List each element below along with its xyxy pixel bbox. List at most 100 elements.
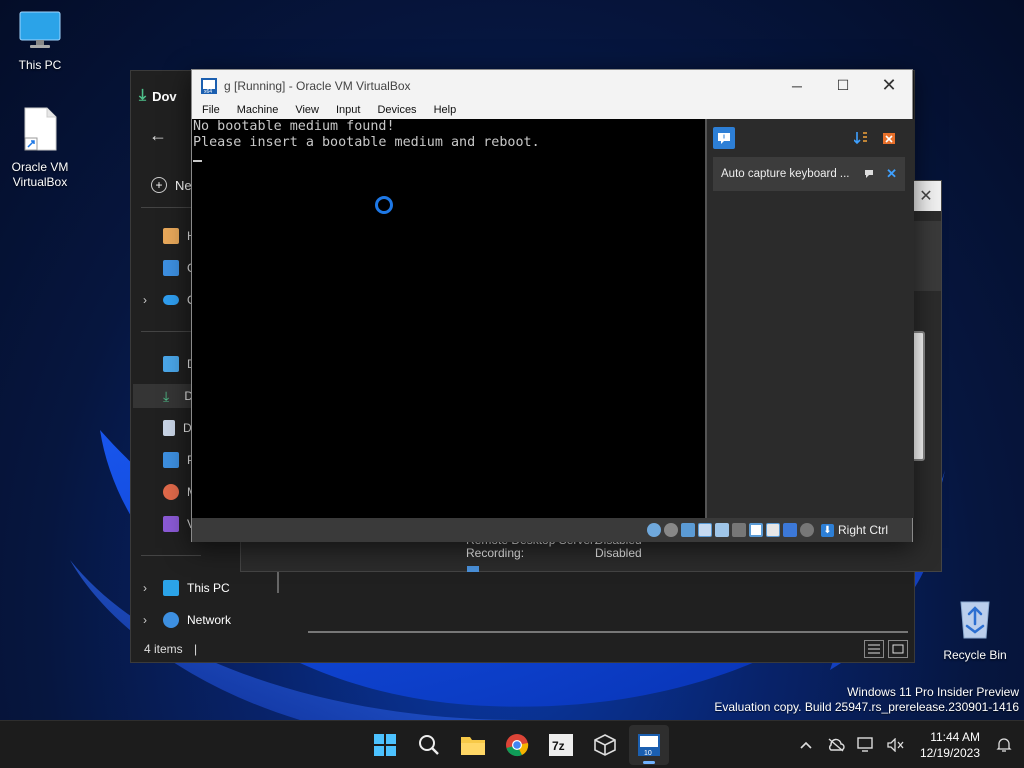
status-bar: 4 items |: [144, 642, 197, 656]
chrome-taskbar-button[interactable]: [497, 725, 537, 765]
nav-item-downloads[interactable]: ⤓ D: [133, 384, 193, 408]
explorer-tab[interactable]: ⤓ Dov: [139, 81, 199, 111]
tiles-view-icon[interactable]: [888, 640, 908, 658]
nav-divider: [141, 555, 201, 556]
vm-display[interactable]: No bootable medium found! Please insert …: [192, 119, 705, 518]
virtualbox-cube-icon: [594, 734, 616, 756]
folder-icon: [461, 737, 485, 755]
chevron-right-icon[interactable]: ›: [143, 613, 147, 627]
text-cursor: [193, 160, 202, 162]
menu-devices[interactable]: Devices: [367, 101, 423, 119]
notification-center: Auto capture keyboard ... ✕: [705, 119, 914, 518]
close-button[interactable]: ✕: [866, 70, 912, 101]
notification-item[interactable]: Auto capture keyboard ... ✕: [713, 157, 905, 191]
minimize-button[interactable]: ─: [774, 70, 820, 101]
mouse-integration-icon[interactable]: [799, 523, 814, 537]
desktop-icon-label: Recycle Bin: [943, 648, 1007, 662]
nav-item-network[interactable]: Network: [163, 608, 231, 632]
nav-item-label: Network: [187, 613, 232, 627]
host-key-indicator[interactable]: ⬇ Right Ctrl: [820, 523, 888, 537]
chevron-up-icon[interactable]: [796, 735, 816, 755]
details-view-icon[interactable]: [864, 640, 884, 658]
search-icon: [419, 735, 439, 755]
console-line: Please insert a bootable medium and rebo…: [193, 135, 540, 150]
cpu-icon[interactable]: [782, 523, 797, 537]
chevron-right-icon[interactable]: ›: [143, 293, 147, 307]
menu-view[interactable]: View: [285, 101, 326, 119]
display-icon: [467, 566, 479, 572]
volume-muted-icon[interactable]: [886, 735, 906, 755]
network-status-icon[interactable]: [856, 735, 876, 755]
music-icon: [163, 484, 179, 500]
scrollbar[interactable]: [277, 571, 279, 593]
maximize-button[interactable]: ☐: [820, 70, 866, 101]
menu-machine[interactable]: Machine: [227, 101, 286, 119]
svg-text:7z: 7z: [552, 739, 565, 753]
nav-item-label: This PC: [187, 581, 230, 595]
desktop-icon-virtualbox[interactable]: Oracle VM VirtualBox: [0, 106, 80, 190]
virtualbox-vm-window: x64 g [Running] - Oracle VM VirtualBox ─…: [191, 69, 914, 542]
home-icon: [163, 228, 179, 244]
chevron-right-icon[interactable]: ›: [143, 581, 147, 595]
usb-icon[interactable]: [714, 523, 729, 537]
network-icon: [163, 612, 179, 628]
title-bar[interactable]: x64 g [Running] - Oracle VM VirtualBox ─…: [192, 70, 912, 101]
desktop-icon-this-pc[interactable]: This PC: [0, 10, 80, 73]
close-icon[interactable]: ✕: [911, 181, 941, 211]
start-button[interactable]: [365, 725, 405, 765]
notification-bell-icon[interactable]: [994, 735, 1014, 755]
back-arrow-icon[interactable]: ←: [149, 125, 167, 146]
pictures-icon: [163, 452, 179, 468]
monitor-icon: [163, 580, 179, 596]
search-button[interactable]: [409, 725, 449, 765]
hard-disk-icon[interactable]: [646, 523, 661, 537]
explorer-tab-label: Dov: [152, 88, 177, 104]
plus-icon: +: [151, 177, 167, 193]
nav-item-documents[interactable]: D: [163, 416, 192, 440]
optical-drive-icon[interactable]: [663, 523, 678, 537]
desktop-icon-label: Oracle VM VirtualBox: [11, 160, 69, 189]
7zip-taskbar-button[interactable]: 7z: [541, 725, 581, 765]
virtualbox-manager-taskbar-button[interactable]: [585, 725, 625, 765]
desktop-icon-label: This PC: [18, 58, 62, 72]
desktop-icon-recycle-bin[interactable]: Recycle Bin: [935, 596, 1015, 663]
chrome-icon: [506, 734, 529, 757]
downloads-icon: ⤓: [163, 388, 170, 404]
sort-icon[interactable]: [850, 127, 872, 149]
menu-file[interactable]: File: [192, 101, 227, 119]
notification-icon[interactable]: [713, 127, 735, 149]
7zip-icon: 7z: [549, 734, 573, 756]
view-toggle: [864, 640, 908, 658]
taskbar: 7z 10 11:44 AM 12/19/2023: [0, 720, 1024, 768]
gallery-icon: [163, 260, 179, 276]
videos-icon: [163, 516, 179, 532]
system-tray: 11:44 AM 12/19/2023: [796, 721, 1014, 768]
clock-date: 12/19/2023: [919, 746, 980, 760]
virtualbox-vm-taskbar-button[interactable]: 10: [629, 725, 669, 765]
windows-logo-icon: [374, 734, 396, 756]
host-key-label: Right Ctrl: [837, 523, 888, 537]
nav-item-this-pc[interactable]: This PC: [163, 576, 230, 600]
close-icon[interactable]: ✕: [886, 166, 897, 182]
documents-icon: [163, 420, 175, 436]
window-title: g [Running] - Oracle VM VirtualBox: [224, 78, 411, 93]
display-icon[interactable]: [748, 523, 763, 537]
clock[interactable]: 11:44 AM 12/19/2023: [920, 729, 980, 761]
shared-folder-icon[interactable]: [731, 523, 746, 537]
file-explorer-taskbar-button[interactable]: [453, 725, 493, 765]
shortcut-file-icon: [0, 106, 80, 156]
settings-row-label: Recording:: [466, 546, 525, 560]
horizontal-scrollbar[interactable]: [308, 631, 908, 633]
video-capture-icon[interactable]: [765, 523, 780, 537]
download-icon: ⤓: [139, 87, 147, 104]
watermark-line: Windows 11 Pro Insider Preview: [847, 685, 1019, 699]
audio-icon[interactable]: [680, 523, 695, 537]
status-bar: ⬇ Right Ctrl: [192, 518, 912, 542]
clear-all-icon[interactable]: [878, 127, 900, 149]
cloud-offline-icon[interactable]: [826, 735, 846, 755]
menu-input[interactable]: Input: [326, 101, 367, 119]
network-adapter-icon[interactable]: [697, 523, 712, 537]
desktop-icon: [163, 356, 179, 372]
menu-help[interactable]: Help: [424, 101, 464, 119]
keyboard-capture-icon[interactable]: [863, 167, 875, 179]
